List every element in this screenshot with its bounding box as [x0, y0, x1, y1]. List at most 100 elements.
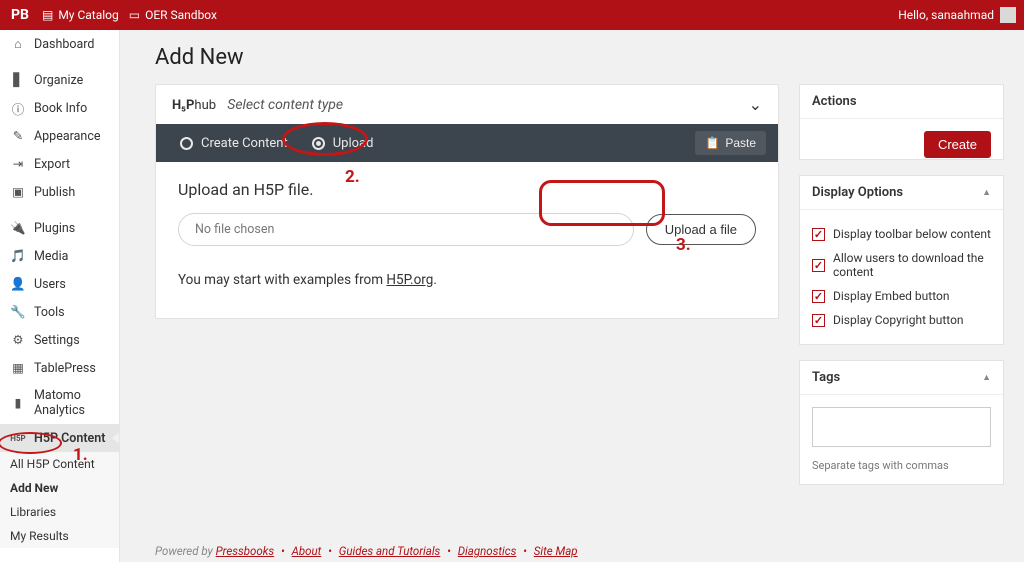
- opt-download[interactable]: ✓ Allow users to download the content: [812, 246, 991, 284]
- radio-icon: [180, 137, 193, 150]
- h5p-submenu: All H5P Content Add New Libraries My Res…: [0, 452, 119, 548]
- upload-file-button[interactable]: Upload a file: [646, 214, 756, 245]
- label: Allow users to download the content: [833, 251, 991, 279]
- main-content: Add New H₅Phub Select content type ⌄: [120, 30, 1024, 562]
- label: Matomo Analytics: [34, 388, 109, 418]
- h5p-hub-text: hub: [194, 98, 216, 113]
- h5p-logo-block: H₅Phub Select content type: [172, 97, 343, 113]
- create-button[interactable]: Create: [924, 131, 991, 158]
- collapse-icon[interactable]: ▲: [982, 187, 991, 198]
- submenu-add-new[interactable]: Add New: [0, 476, 119, 500]
- submenu-all-h5p[interactable]: All H5P Content: [0, 452, 119, 476]
- checkbox-checked-icon: ✓: [812, 259, 825, 272]
- label: Create Content: [201, 136, 288, 151]
- h5p-subtitle: Select content type: [227, 97, 343, 113]
- tab-create-content[interactable]: Create Content: [168, 124, 300, 162]
- label: Upload: [333, 136, 374, 151]
- sidebar-item-dashboard[interactable]: ⌂Dashboard: [0, 30, 119, 58]
- avatar[interactable]: [1000, 7, 1016, 23]
- sidebar-item-matomo[interactable]: ▮ Matomo Analytics: [0, 382, 119, 424]
- footer-diagnostics[interactable]: Diagnostics: [458, 544, 517, 558]
- topbar-right: Hello, sanaahmad: [898, 7, 1016, 23]
- label: TablePress: [34, 361, 96, 376]
- footer-about[interactable]: About: [292, 544, 322, 558]
- sidebar-item-settings[interactable]: ⚙Settings: [0, 326, 119, 354]
- upload-title: Upload an H5P file.: [178, 180, 756, 199]
- opt-copyright[interactable]: ✓ Display Copyright button: [812, 308, 991, 332]
- sidebar-item-users[interactable]: 👤Users: [0, 270, 119, 298]
- footer-guides[interactable]: Guides and Tutorials: [339, 544, 441, 558]
- label: Book Info: [34, 101, 87, 116]
- settings-icon: ⚙: [10, 332, 26, 348]
- folder-icon: ▤: [42, 8, 53, 22]
- sidebar-item-bookinfo[interactable]: ⓘ Book Info: [0, 94, 119, 122]
- label: Display toolbar below content: [833, 227, 991, 241]
- label: H5P Content: [34, 431, 105, 446]
- sidebar-item-export[interactable]: ⇥Export: [0, 150, 119, 178]
- label: Display Copyright button: [833, 313, 964, 327]
- actions-title: Actions: [800, 85, 1003, 119]
- tab-upload[interactable]: Upload: [300, 124, 386, 162]
- sidebar-item-broken-links[interactable]: 🔗Broken Links: [0, 556, 119, 562]
- tags-box: Tags ▲ Separate tags with commas: [799, 360, 1004, 485]
- admin-sidebar: ⌂Dashboard ▋Organize ⓘ Book Info ✎ Appeara…: [0, 30, 120, 562]
- actions-box: Actions Create: [799, 84, 1004, 160]
- brush-icon: ✎: [10, 128, 26, 144]
- submenu-libraries[interactable]: Libraries: [0, 500, 119, 524]
- clipboard-icon: 📋: [705, 136, 720, 150]
- greeting-text[interactable]: Hello, sanaahmad: [898, 8, 994, 22]
- footer-powered: Powered by: [155, 544, 216, 558]
- info-icon: ⓘ: [10, 100, 26, 116]
- footer-pressbooks[interactable]: Pressbooks: [216, 544, 275, 558]
- pb-logo[interactable]: PB: [8, 7, 32, 23]
- radio-selected-icon: [312, 137, 325, 150]
- label: Users: [34, 277, 66, 292]
- examples-text: You may start with examples from H5P.org…: [178, 272, 756, 288]
- footer: Powered by Pressbooks • About • Guides a…: [155, 544, 578, 558]
- sidebar-item-h5p[interactable]: H5PH5P Content: [0, 424, 119, 452]
- display-options-title: Display Options: [812, 185, 903, 200]
- sidebar-item-tools[interactable]: 🔧Tools: [0, 298, 119, 326]
- oer-sandbox-link[interactable]: ▭ OER Sandbox: [129, 8, 217, 22]
- label: Display Embed button: [833, 289, 949, 303]
- label: Appearance: [34, 129, 101, 144]
- sidebar-item-plugins[interactable]: 🔌 Plugins: [0, 214, 119, 242]
- label: Paste: [725, 136, 756, 150]
- sidebar-item-publish[interactable]: ▣Publish: [0, 178, 119, 206]
- plug-icon: 🔌: [10, 220, 26, 236]
- upload-body: Upload an H5P file. No file chosen Uploa…: [156, 162, 778, 318]
- submenu-my-results[interactable]: My Results: [0, 524, 119, 548]
- tags-title: Tags: [812, 370, 840, 385]
- label: Dashboard: [34, 37, 94, 52]
- tags-textarea[interactable]: [812, 407, 991, 447]
- paste-button[interactable]: 📋 Paste: [695, 131, 766, 155]
- sidebar-item-tablepress[interactable]: ▦TablePress: [0, 354, 119, 382]
- collapse-icon[interactable]: ▲: [982, 372, 991, 383]
- opt-toolbar[interactable]: ✓Display toolbar below content: [812, 222, 991, 246]
- top-bar: PB ▤ My Catalog ▭ OER Sandbox Hello, san…: [0, 0, 1024, 30]
- display-options-box: Display Options▲ ✓Display toolbar below …: [799, 175, 1004, 345]
- bar-icon: ▮: [10, 395, 26, 411]
- footer-sitemap[interactable]: Site Map: [534, 544, 578, 558]
- label: Media: [34, 249, 68, 264]
- h5p-logo: H₅P: [172, 98, 194, 113]
- chevron-down-icon[interactable]: ⌄: [749, 95, 762, 114]
- checkbox-checked-icon: ✓: [812, 314, 825, 327]
- label: Export: [34, 157, 70, 172]
- checkbox-checked-icon: ✓: [812, 290, 825, 303]
- book-icon: ▭: [129, 8, 140, 22]
- my-catalog-link[interactable]: ▤ My Catalog: [42, 8, 119, 22]
- sidebar-item-media[interactable]: 🎵Media: [0, 242, 119, 270]
- label: Plugins: [34, 221, 75, 236]
- opt-embed[interactable]: ✓ Display Embed button: [812, 284, 991, 308]
- h5p-hub-header[interactable]: H₅Phub Select content type ⌄: [156, 85, 778, 124]
- file-input[interactable]: No file chosen: [178, 213, 634, 246]
- sidebar-item-organize[interactable]: ▋Organize: [0, 66, 119, 94]
- h5p-tab-bar: Create Content Upload 📋 Paste: [156, 124, 778, 162]
- examples-pre: You may start with examples from: [178, 272, 386, 288]
- tags-hint: Separate tags with commas: [812, 459, 991, 472]
- sidebar-item-appearance[interactable]: ✎ Appearance: [0, 122, 119, 150]
- h5p-org-link[interactable]: H5P.org: [386, 272, 433, 288]
- wrench-icon: 🔧: [10, 304, 26, 320]
- examples-post: .: [433, 272, 437, 288]
